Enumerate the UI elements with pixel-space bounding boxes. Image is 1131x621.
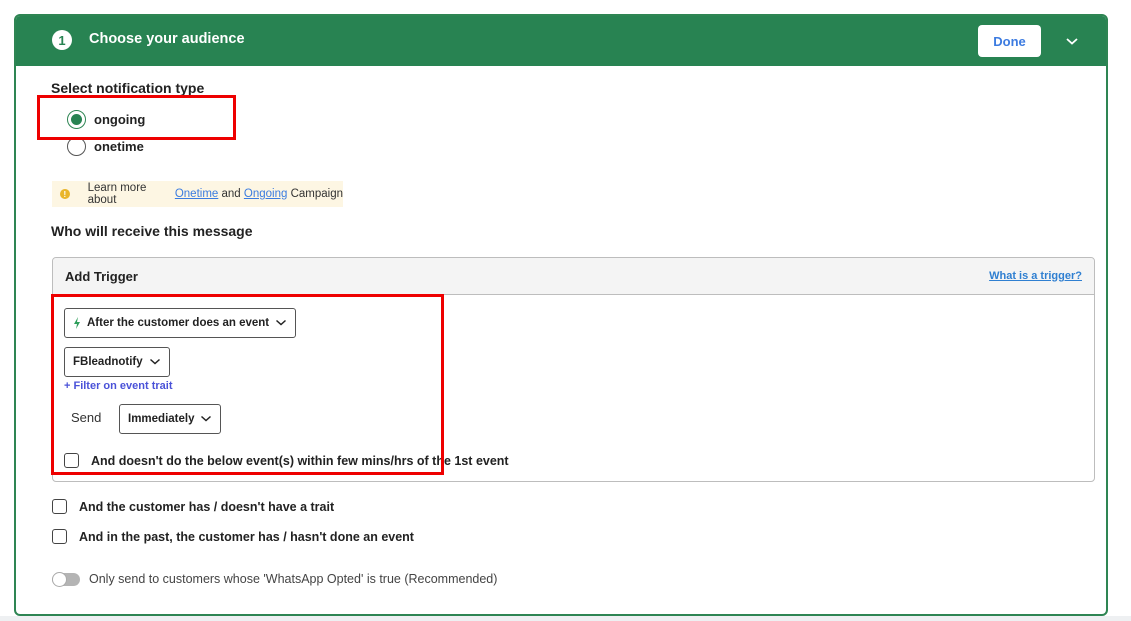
trait-condition-checkbox[interactable]	[52, 499, 67, 514]
recipients-label: Who will receive this message	[51, 223, 253, 239]
negation-event-checkbox[interactable]	[64, 453, 79, 468]
what-is-trigger-link[interactable]: What is a trigger?	[989, 270, 1082, 282]
whatsapp-opted-option[interactable]: Only send to customers whose 'WhatsApp O…	[52, 571, 498, 587]
trigger-panel: Add Trigger What is a trigger? After the…	[52, 257, 1095, 482]
page-bottom-divider	[0, 616, 1131, 621]
onetime-link[interactable]: Onetime	[175, 188, 218, 200]
notification-type-label: Select notification type	[51, 80, 205, 96]
radio-button-unchecked[interactable]	[67, 137, 86, 156]
event-type-dropdown[interactable]: After the customer does an event	[64, 308, 297, 338]
past-event-condition-label: And in the past, the customer has / hasn…	[79, 529, 414, 544]
chevron-down-icon	[201, 415, 212, 422]
chevron-down-icon[interactable]	[1064, 33, 1080, 49]
event-dropdown[interactable]: FBleadnotify	[64, 347, 170, 377]
trait-condition-option[interactable]: And the customer has / doesn't have a tr…	[52, 499, 334, 514]
send-timing-dropdown[interactable]: Immediately	[119, 404, 222, 434]
radio-ongoing[interactable]: ongoing	[67, 110, 145, 129]
radio-label-onetime: onetime	[94, 139, 144, 154]
card-header[interactable]: 1 Choose your audience Done	[16, 16, 1106, 66]
radio-label-ongoing: ongoing	[94, 112, 146, 127]
ongoing-link[interactable]: Ongoing	[244, 188, 287, 200]
info-suffix: Campaign	[287, 188, 343, 200]
past-event-condition-option[interactable]: And in the past, the customer has / hasn…	[52, 529, 414, 544]
radio-onetime[interactable]: onetime	[67, 137, 144, 156]
trigger-header: Add Trigger What is a trigger?	[53, 258, 1094, 295]
whatsapp-opted-label: Only send to customers whose 'WhatsApp O…	[89, 572, 498, 586]
done-button[interactable]: Done	[978, 25, 1041, 57]
negation-event-label: And doesn't do the below event(s) within…	[91, 453, 509, 468]
info-icon: !	[60, 189, 70, 199]
filter-event-trait-link[interactable]: + Filter on event trait	[64, 380, 173, 392]
radio-button-checked[interactable]	[67, 110, 86, 129]
send-label: Send	[71, 410, 102, 425]
trigger-title: Add Trigger	[65, 269, 138, 284]
info-prefix: Learn more about	[87, 182, 147, 206]
past-event-condition-checkbox[interactable]	[52, 529, 67, 544]
chevron-down-icon	[276, 319, 287, 326]
card-title: Choose your audience	[89, 31, 245, 47]
send-timing-value: Immediately	[128, 413, 195, 425]
whatsapp-opted-toggle[interactable]	[52, 571, 80, 587]
step-number-badge: 1	[52, 30, 72, 50]
trait-condition-label: And the customer has / doesn't have a tr…	[79, 499, 335, 514]
chevron-down-icon	[149, 358, 160, 365]
event-value: FBleadnotify	[73, 356, 143, 368]
negation-event-option[interactable]: And doesn't do the below event(s) within…	[64, 453, 509, 468]
audience-card: 1 Choose your audience Done Select notif…	[14, 14, 1108, 616]
info-middle: and	[218, 188, 244, 200]
lightning-icon	[74, 317, 80, 329]
event-type-value: After the customer does an event	[87, 317, 270, 329]
info-banner: ! Learn more about Onetime and Ongoing C…	[52, 181, 343, 207]
